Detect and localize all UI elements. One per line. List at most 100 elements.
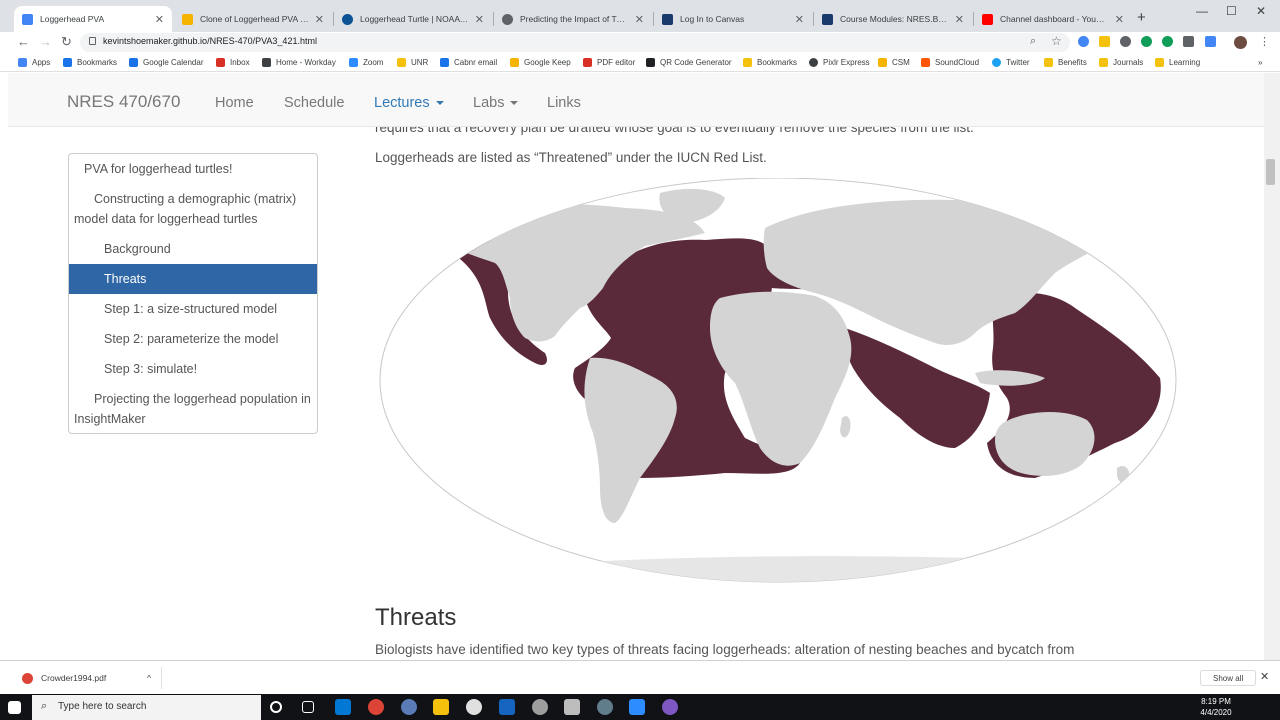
bookmark-item[interactable]: UNR bbox=[397, 58, 428, 67]
bookmarks-overflow-icon[interactable]: » bbox=[1258, 58, 1262, 67]
noaa-icon bbox=[342, 13, 353, 25]
tab-course-modules[interactable]: Course Modules: NRES.BIOL 421 ✕ bbox=[814, 6, 972, 32]
tab-youtube[interactable]: Channel dashboard - YouTube St ✕ bbox=[974, 6, 1132, 32]
lock-icon bbox=[89, 37, 96, 45]
chevron-up-icon[interactable]: ^ bbox=[147, 673, 151, 683]
avatar[interactable] bbox=[1234, 36, 1247, 49]
zoom-icon[interactable]: ⌕ bbox=[1030, 35, 1036, 48]
bookmark-item[interactable]: Benefits bbox=[1044, 58, 1087, 67]
tab-loggerhead-pva[interactable]: Loggerhead PVA ✕ bbox=[14, 6, 172, 32]
system-clock[interactable]: 8:19 PM 4/4/2020 bbox=[1196, 696, 1236, 718]
toc-item[interactable]: Background bbox=[69, 239, 317, 259]
close-downloads-icon[interactable]: ✕ bbox=[1260, 670, 1269, 683]
bookmark-star-icon[interactable]: ☆ bbox=[1051, 34, 1062, 48]
nav-labs[interactable]: Labs bbox=[473, 95, 519, 111]
close-tab-icon[interactable]: ✕ bbox=[155, 13, 164, 26]
close-tab-icon[interactable]: ✕ bbox=[475, 13, 484, 26]
bookmark-item[interactable]: Google Keep bbox=[510, 58, 571, 67]
bookmark-item[interactable]: Cabnr email bbox=[440, 58, 497, 67]
nav-links[interactable]: Links bbox=[547, 95, 581, 111]
bookmark-apps[interactable]: Apps bbox=[18, 58, 50, 67]
bookmark-item[interactable]: SoundCloud bbox=[921, 58, 979, 67]
toc-item-active[interactable]: Threats bbox=[69, 264, 317, 294]
folder-extension-icon[interactable] bbox=[1099, 36, 1110, 47]
outlook-icon[interactable] bbox=[335, 699, 351, 715]
extension-icon[interactable] bbox=[1162, 36, 1173, 47]
maximize-icon[interactable]: ☐ bbox=[1226, 4, 1237, 18]
bookmark-label: Benefits bbox=[1058, 58, 1087, 67]
extension-icon[interactable] bbox=[1183, 36, 1194, 47]
close-tab-icon[interactable]: ✕ bbox=[635, 13, 644, 26]
bookmark-label: Journals bbox=[1113, 58, 1144, 67]
toc-item[interactable]: Constructing a demographic (matrix) mode… bbox=[69, 189, 317, 229]
bookmark-item[interactable]: Twitter bbox=[992, 58, 1030, 67]
bookmark-item[interactable]: Home - Workday bbox=[262, 58, 336, 67]
reload-icon[interactable]: ↻ bbox=[61, 34, 72, 50]
forward-icon[interactable]: → bbox=[39, 34, 52, 49]
bookmark-item[interactable]: CSM bbox=[878, 58, 910, 67]
tab-title: Loggerhead PVA bbox=[40, 14, 105, 24]
bookmark-label: Zoom bbox=[363, 58, 384, 67]
bookmark-item[interactable]: Journals bbox=[1099, 58, 1143, 67]
bookmark-item[interactable]: QR Code Generator bbox=[646, 58, 732, 67]
tab-canvas[interactable]: Log In to Canvas ✕ bbox=[654, 6, 812, 32]
bookmark-item[interactable]: Bookmarks bbox=[743, 58, 797, 67]
bookmark-item[interactable]: PDF editor bbox=[583, 58, 635, 67]
nav-schedule[interactable]: Schedule bbox=[284, 95, 344, 111]
new-tab-icon[interactable]: + bbox=[1137, 9, 1146, 26]
toc-item[interactable]: Projecting the loggerhead population in … bbox=[69, 389, 317, 429]
toc-item[interactable]: Step 1: a size-structured model bbox=[69, 299, 317, 319]
close-tab-icon[interactable]: ✕ bbox=[315, 13, 324, 26]
tab-clone-loggerhead[interactable]: Clone of Loggerhead PVA base m ✕ bbox=[174, 6, 332, 32]
nav-home[interactable]: Home bbox=[215, 95, 254, 111]
task-view-icon[interactable] bbox=[302, 701, 314, 713]
chrome-icon[interactable] bbox=[368, 699, 384, 715]
app-icon[interactable] bbox=[499, 699, 515, 715]
toc-item[interactable]: Step 3: simulate! bbox=[69, 359, 317, 379]
bookmark-label: Pixlr Express bbox=[823, 58, 870, 67]
star-icon bbox=[63, 58, 72, 67]
windows-start-icon[interactable] bbox=[8, 701, 21, 714]
tab-title: Loggerhead Turtle | NOAA Fishe bbox=[360, 14, 469, 24]
back-icon[interactable]: ← bbox=[17, 34, 30, 49]
cortana-icon[interactable] bbox=[270, 701, 282, 713]
toc-item[interactable]: Step 2: parameterize the model bbox=[69, 329, 317, 349]
bookmark-item[interactable]: Inbox bbox=[216, 58, 250, 67]
r-icon[interactable] bbox=[401, 699, 417, 715]
url-text[interactable]: kevintshoemaker.github.io/NRES-470/PVA3_… bbox=[103, 36, 317, 46]
file-explorer-icon[interactable] bbox=[433, 699, 449, 715]
bookmark-item[interactable]: Learning bbox=[1155, 58, 1200, 67]
close-tab-icon[interactable]: ✕ bbox=[1115, 13, 1124, 26]
app-icon[interactable] bbox=[532, 699, 548, 715]
scrollbar-thumb[interactable] bbox=[1266, 159, 1275, 185]
close-tab-icon[interactable]: ✕ bbox=[795, 13, 804, 26]
minimize-icon[interactable]: — bbox=[1196, 4, 1208, 18]
pixlr-icon bbox=[809, 58, 818, 67]
bookmark-item[interactable]: Google Calendar bbox=[129, 58, 203, 67]
tab-predicting[interactable]: Predicting the Impact of Turtle E ✕ bbox=[494, 6, 652, 32]
app-icon[interactable] bbox=[466, 699, 482, 715]
download-item[interactable]: Crowder1994.pdf ^ bbox=[14, 667, 162, 689]
taskbar-search[interactable]: ⌕ Type here to search bbox=[32, 695, 261, 720]
chevron-down-icon bbox=[510, 101, 519, 106]
zoom-icon[interactable] bbox=[629, 699, 645, 715]
toc-item[interactable]: PVA for loggerhead turtles! bbox=[69, 159, 317, 179]
app-icon[interactable] bbox=[564, 699, 580, 715]
extension-icon[interactable] bbox=[1078, 36, 1089, 47]
tab-noaa[interactable]: Loggerhead Turtle | NOAA Fishe ✕ bbox=[334, 6, 492, 32]
show-all-button[interactable]: Show all bbox=[1200, 670, 1257, 686]
twitter-icon bbox=[992, 58, 1001, 67]
app-icon[interactable] bbox=[662, 699, 678, 715]
close-window-icon[interactable]: ✕ bbox=[1256, 4, 1266, 18]
close-tab-icon[interactable]: ✕ bbox=[955, 13, 964, 26]
extension-icon[interactable] bbox=[1141, 36, 1152, 47]
extension-icon[interactable] bbox=[1205, 36, 1216, 47]
menu-dots-icon[interactable]: ⋮ bbox=[1259, 35, 1270, 48]
extension-icon[interactable] bbox=[1120, 36, 1131, 47]
site-brand[interactable]: NRES 470/670 bbox=[67, 92, 180, 112]
nav-lectures[interactable]: Lectures bbox=[374, 95, 444, 111]
app-icon[interactable] bbox=[597, 699, 613, 715]
bookmark-item[interactable]: Zoom bbox=[349, 58, 383, 67]
bookmark-item[interactable]: Pixlr Express bbox=[809, 58, 870, 67]
bookmark-item[interactable]: Bookmarks bbox=[63, 58, 117, 67]
